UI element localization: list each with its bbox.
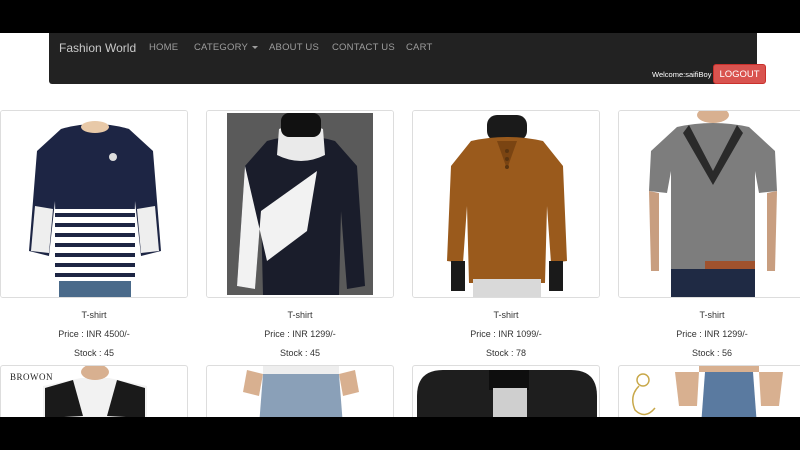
- product-image-3: [413, 111, 599, 297]
- product-image-card-1[interactable]: [0, 110, 188, 298]
- product-price-3: Price : INR 1099/-: [470, 329, 542, 339]
- letterbox-top: [0, 0, 800, 33]
- nav-category[interactable]: CATEGORY: [194, 42, 259, 53]
- nav-contact-us[interactable]: CONTACT US: [332, 42, 395, 53]
- page: Fashion World HOME CATEGORY ABOUT US CON…: [0, 33, 800, 417]
- nav-home[interactable]: HOME: [149, 42, 178, 53]
- product-image-card-4[interactable]: [618, 110, 800, 298]
- product-image-card-7[interactable]: [412, 365, 600, 417]
- product-price-1: Price : INR 4500/-: [58, 329, 130, 339]
- letterbox-bottom: [0, 417, 800, 450]
- product-image-card-6[interactable]: [206, 365, 394, 417]
- logout-button[interactable]: LOGOUT: [713, 64, 766, 84]
- nav-category-label: CATEGORY: [194, 42, 249, 53]
- product-image-1: [1, 111, 187, 297]
- product-stock-2: Stock : 45: [279, 348, 321, 358]
- product-name-4: T-shirt: [699, 310, 725, 320]
- product-image-card-8[interactable]: [618, 365, 800, 417]
- navbar: Fashion World HOME CATEGORY ABOUT US CON…: [49, 33, 766, 84]
- product-image-2: [207, 111, 393, 297]
- caret-down-icon: [252, 45, 259, 49]
- product-image-7: [417, 370, 597, 417]
- product-name-2: T-shirt: [287, 310, 313, 320]
- product-image-card-2[interactable]: [206, 110, 394, 298]
- product-image-4: [619, 111, 800, 297]
- product-stock-1: Stock : 45: [73, 348, 115, 358]
- product-price-4: Price : INR 1299/-: [676, 329, 748, 339]
- product-name-3: T-shirt: [493, 310, 519, 320]
- product-name-1: T-shirt: [81, 310, 107, 320]
- product-price-2: Price : INR 1299/-: [264, 329, 336, 339]
- product-image-6: [243, 366, 359, 417]
- brand-link[interactable]: Fashion World: [59, 41, 136, 55]
- nav-about-us[interactable]: ABOUT US: [269, 42, 319, 53]
- product-image-card-3[interactable]: [412, 110, 600, 298]
- welcome-text: Welcome:saifiBoy: [652, 70, 712, 79]
- product-stock-4: Stock : 56: [691, 348, 733, 358]
- product-image-5: [43, 366, 147, 417]
- nav-cart[interactable]: CART: [406, 42, 433, 53]
- product-image-card-5[interactable]: BROWON: [0, 365, 188, 417]
- product-image-8: [632, 366, 783, 417]
- product-stock-3: Stock : 78: [485, 348, 527, 358]
